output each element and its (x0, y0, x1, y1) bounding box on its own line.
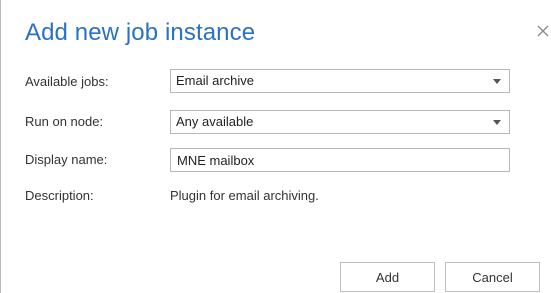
chevron-down-icon (493, 120, 501, 125)
add-job-instance-dialog: Add new job instance Available jobs: Ema… (0, 0, 551, 293)
chevron-down-icon (493, 79, 501, 84)
available-jobs-select[interactable]: Email archive (170, 69, 510, 93)
run-on-node-value: Any available (176, 114, 254, 129)
cancel-button[interactable]: Cancel (445, 262, 540, 292)
description-value: Plugin for email archiving. (170, 188, 319, 203)
display-name-label: Display name: (25, 152, 108, 167)
dialog-title: Add new job instance (25, 19, 256, 46)
run-on-node-label: Run on node: (25, 114, 104, 129)
available-jobs-value: Email archive (176, 73, 255, 88)
description-label: Description: (25, 188, 94, 203)
display-name-input[interactable] (170, 148, 510, 172)
run-on-node-select[interactable]: Any available (170, 110, 510, 134)
available-jobs-label: Available jobs: (25, 74, 109, 89)
close-icon[interactable] (535, 22, 551, 40)
add-button[interactable]: Add (340, 262, 435, 292)
